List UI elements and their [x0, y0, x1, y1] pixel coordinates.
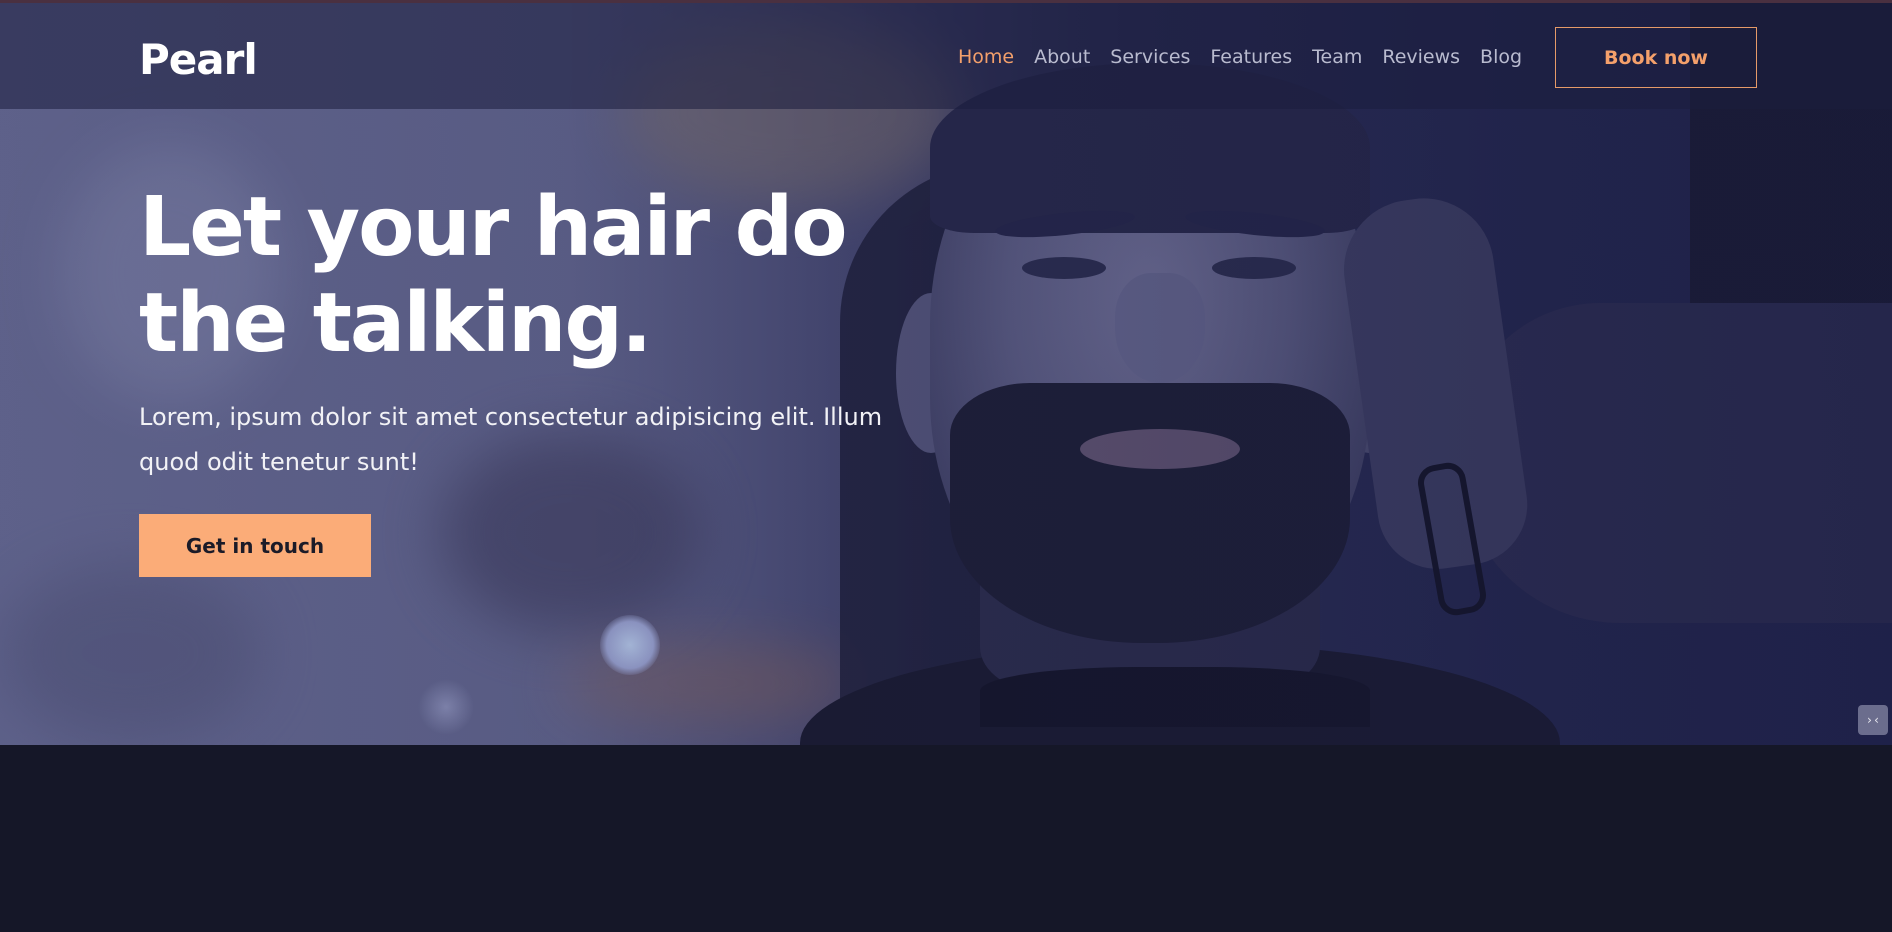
- nav-link-blog[interactable]: Blog: [1480, 46, 1522, 68]
- book-now-button[interactable]: Book now: [1555, 27, 1757, 88]
- hero-overlay: [0, 3, 1892, 745]
- get-in-touch-button[interactable]: Get in touch: [139, 514, 371, 577]
- nav-link-services[interactable]: Services: [1110, 46, 1190, 68]
- nav-link-features[interactable]: Features: [1210, 46, 1292, 68]
- nav-link-home[interactable]: Home: [958, 46, 1014, 68]
- hero-title: Let your hair do the talking.: [139, 180, 959, 372]
- brand-logo[interactable]: Pearl: [139, 35, 258, 84]
- main-nav: Home About Services Features Team Review…: [958, 46, 1542, 68]
- hero-description: Lorem, ipsum dolor sit amet consectetur …: [139, 403, 883, 476]
- site-header: Pearl Home About Services Features Team …: [0, 3, 1892, 109]
- hero-title-line: Let your hair do: [139, 180, 848, 275]
- code-toggle-icon[interactable]: ›‹: [1858, 705, 1888, 735]
- nav-link-team[interactable]: Team: [1312, 46, 1362, 68]
- hero-section: [0, 3, 1892, 745]
- hero-title-line: the talking.: [139, 276, 652, 371]
- next-section: [0, 745, 1892, 932]
- nav-link-about[interactable]: About: [1034, 46, 1090, 68]
- nav-link-reviews[interactable]: Reviews: [1382, 46, 1460, 68]
